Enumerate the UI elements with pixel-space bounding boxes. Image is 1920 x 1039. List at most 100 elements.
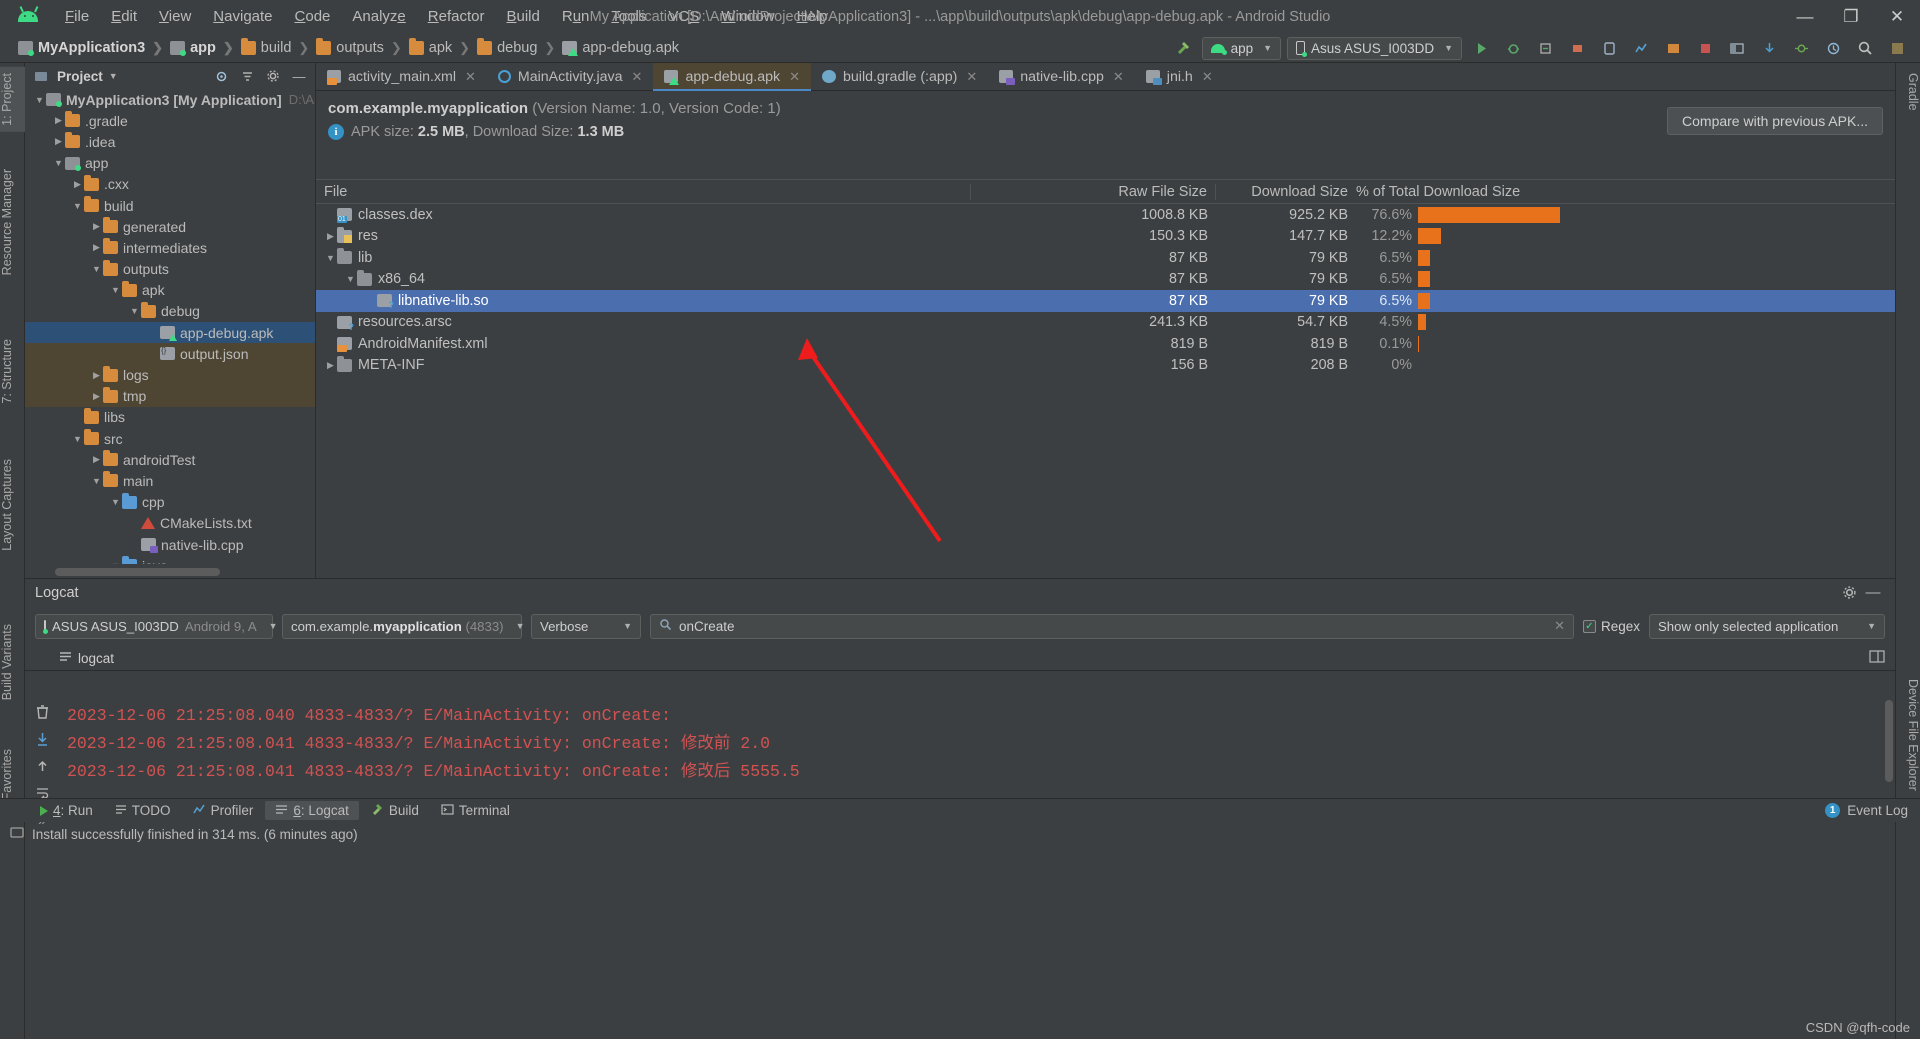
- menu-tools[interactable]: Tools: [600, 4, 657, 29]
- logcat-level-selector[interactable]: Verbose ▼: [531, 613, 641, 639]
- maximize-button[interactable]: ❐: [1828, 0, 1874, 33]
- logcat-process-selector[interactable]: com.example.myapplication (4833) ▼: [282, 613, 524, 639]
- project-tree-item[interactable]: app-debug.apk: [25, 322, 315, 344]
- locate-icon[interactable]: [211, 66, 231, 86]
- chevron-right-icon[interactable]: ▶: [52, 115, 65, 126]
- minimize-button[interactable]: —: [1782, 0, 1828, 33]
- menu-analyze[interactable]: Analyze: [341, 4, 416, 29]
- profiler-icon[interactable]: [1628, 36, 1654, 60]
- chevron-down-icon[interactable]: ▼: [109, 497, 122, 507]
- menu-vcs[interactable]: VCS: [657, 4, 710, 29]
- logcat-regex-toggle[interactable]: ✓ Regex: [1582, 619, 1640, 634]
- menu-help[interactable]: Help: [786, 4, 839, 29]
- logcat-subtab-label[interactable]: logcat: [78, 651, 114, 666]
- project-tree-item[interactable]: ▶ generated: [25, 216, 315, 237]
- chevron-right-icon[interactable]: ▶: [90, 221, 103, 232]
- vcs-commit-icon[interactable]: [1788, 36, 1814, 60]
- project-tree-item[interactable]: ▶ .gradle: [25, 110, 315, 131]
- menu-build[interactable]: Build: [495, 4, 550, 29]
- chevron-down-icon[interactable]: ▼: [109, 285, 122, 295]
- editor-tab[interactable]: app-debug.apk ✕: [653, 63, 812, 91]
- menu-window[interactable]: Window: [710, 4, 785, 29]
- sdk-manager-icon[interactable]: [1660, 36, 1686, 60]
- chevron-down-icon[interactable]: ▼: [90, 264, 103, 274]
- bottom-tab-profiler[interactable]: Profiler: [183, 801, 264, 820]
- chevron-down-icon[interactable]: ▼: [128, 306, 141, 316]
- project-tree-item[interactable]: ▼ outputs: [25, 259, 315, 280]
- breadcrumb-item[interactable]: debug ❯: [477, 37, 562, 56]
- project-tree-item[interactable]: ▼ src: [25, 428, 315, 449]
- sidebar-tab-structure[interactable]: 7: Structure: [0, 333, 25, 410]
- chevron-down-icon[interactable]: ▼: [109, 71, 118, 81]
- project-tree-item[interactable]: ▼ main: [25, 470, 315, 491]
- table-row[interactable]: libnative-lib.so 87 KB 79 KB 6.5%: [316, 290, 1895, 312]
- vcs-history-icon[interactable]: [1820, 36, 1846, 60]
- chevron-down-icon[interactable]: ▼: [52, 158, 65, 168]
- logcat-search-input[interactable]: onCreate ✕: [650, 613, 1574, 639]
- project-tree-item[interactable]: ▶ tmp: [25, 385, 315, 407]
- chevron-right-icon[interactable]: ▶: [52, 136, 65, 147]
- project-tree-item[interactable]: ▶ androidTest: [25, 449, 315, 470]
- project-tree-item[interactable]: ▼ cpp: [25, 492, 315, 513]
- sidebar-tab-gradle[interactable]: Gradle: [1895, 67, 1920, 117]
- debug-button[interactable]: [1500, 36, 1526, 60]
- bottom-tab-terminal[interactable]: Terminal: [431, 801, 520, 820]
- column-header-raw-file-size[interactable]: Raw File Size: [971, 183, 1216, 200]
- chevron-right-icon[interactable]: ▶: [90, 391, 103, 402]
- settings-gear-icon[interactable]: [263, 66, 283, 86]
- project-tree-item[interactable]: ▶ logs: [25, 364, 315, 386]
- project-structure-icon[interactable]: [1884, 36, 1910, 60]
- editor-tab[interactable]: jni.h ✕: [1135, 63, 1224, 90]
- scroll-to-end-icon[interactable]: [31, 731, 53, 747]
- editor-tab[interactable]: MainActivity.java ✕: [487, 63, 654, 90]
- breadcrumb-item[interactable]: apk ❯: [408, 37, 477, 56]
- editor-tab[interactable]: build.gradle (:app) ✕: [811, 63, 988, 90]
- close-tab-icon[interactable]: ✕: [465, 69, 476, 85]
- menu-run[interactable]: Run: [551, 4, 601, 29]
- chevron-down-icon[interactable]: ▼: [71, 434, 84, 444]
- close-tab-icon[interactable]: ✕: [789, 69, 800, 85]
- logcat-scope-selector[interactable]: Show only selected application ▼: [1649, 613, 1885, 639]
- chevron-down-icon[interactable]: ▼: [109, 561, 122, 564]
- chevron-right-icon[interactable]: ▶: [90, 454, 103, 465]
- editor-tab[interactable]: activity_main.xml ✕: [316, 63, 487, 90]
- apply-changes-icon[interactable]: [1532, 36, 1558, 60]
- device-selector[interactable]: Asus ASUS_I003DD ▼: [1287, 36, 1462, 60]
- bottom-tab-build[interactable]: Build: [361, 801, 429, 820]
- menu-view[interactable]: View: [148, 4, 202, 29]
- project-tree-item[interactable]: native-lib.cpp: [25, 534, 315, 555]
- breadcrumb-item[interactable]: outputs ❯: [316, 37, 408, 56]
- chevron-right-icon[interactable]: ▶: [324, 360, 337, 371]
- project-tree-item[interactable]: libs: [25, 407, 315, 428]
- logcat-hide-icon[interactable]: —: [1861, 582, 1885, 604]
- run-button[interactable]: [1468, 36, 1494, 60]
- avd-manager-icon[interactable]: [1596, 36, 1622, 60]
- logcat-device-selector[interactable]: ASUS ASUS_I003DD Android 9, A ▼: [35, 613, 278, 639]
- breadcrumb-item[interactable]: app-debug.apk: [562, 40, 679, 56]
- project-tree-item[interactable]: ▼ java: [25, 555, 315, 564]
- split-view-icon[interactable]: [1869, 650, 1885, 666]
- close-tab-icon[interactable]: ✕: [632, 69, 643, 85]
- vcs-update-icon[interactable]: [1756, 36, 1782, 60]
- logcat-scrollbar[interactable]: [1882, 696, 1895, 798]
- column-header-download-size[interactable]: Download Size: [1216, 184, 1356, 200]
- project-tree-item[interactable]: ▶ intermediates: [25, 237, 315, 258]
- table-row[interactable]: resources.arsc 241.3 KB 54.7 KB 4.5%: [316, 312, 1895, 334]
- column-header-file[interactable]: File: [316, 183, 971, 200]
- project-tree[interactable]: ▼ MyApplication3 [My Application] D:\Andr ▶…: [25, 89, 315, 564]
- column-header-pct-of-total[interactable]: % of Total Download Size: [1356, 184, 1895, 200]
- table-row[interactable]: AndroidManifest.xml 819 B 819 B 0.1%: [316, 333, 1895, 355]
- project-horizontal-scrollbar[interactable]: [25, 565, 315, 578]
- logcat-settings-gear-icon[interactable]: [1837, 582, 1861, 604]
- menu-code[interactable]: Code: [284, 4, 342, 29]
- project-tree-item[interactable]: ▼ build: [25, 195, 315, 216]
- close-tab-icon[interactable]: ✕: [1113, 69, 1124, 85]
- chevron-right-icon[interactable]: ▶: [90, 242, 103, 253]
- project-tree-item[interactable]: ▶ .idea: [25, 131, 315, 152]
- run-configuration-selector[interactable]: app ▼: [1201, 36, 1282, 60]
- search-icon[interactable]: [1852, 36, 1878, 60]
- close-button[interactable]: ✕: [1874, 0, 1920, 33]
- chevron-down-icon[interactable]: ▼: [324, 253, 337, 263]
- close-tab-icon[interactable]: ✕: [1202, 69, 1213, 85]
- table-row[interactable]: ▶ META-INF 156 B 208 B 0%: [316, 355, 1895, 377]
